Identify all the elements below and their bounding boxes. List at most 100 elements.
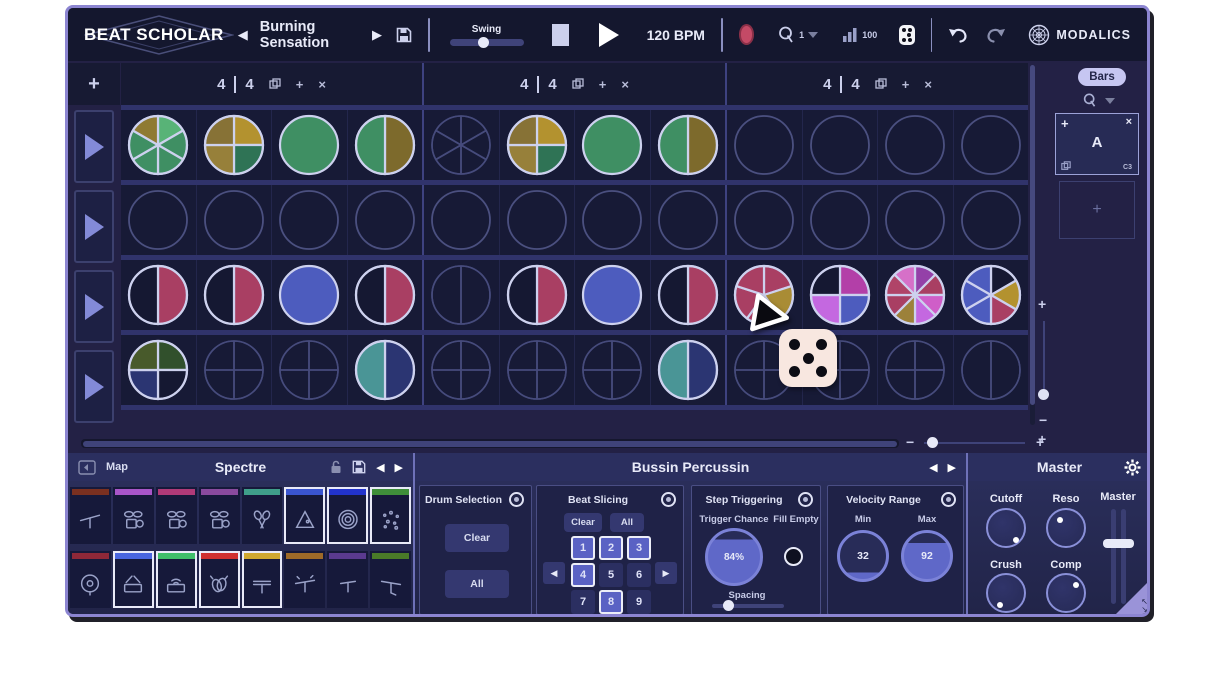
bars-tab[interactable]: Bars — [1078, 68, 1126, 86]
drum-tile-r2-3[interactable] — [156, 551, 197, 608]
comp-knob[interactable] — [1046, 573, 1086, 613]
beat-r2-b9[interactable] — [725, 185, 802, 255]
beat-r4-b12[interactable] — [953, 335, 1029, 405]
bussin-prev-button[interactable]: ◀ — [929, 461, 937, 474]
h-zoom-slider-handle[interactable] — [927, 437, 938, 448]
beat-r3-b4[interactable] — [347, 260, 423, 330]
quantize-control[interactable]: 1 — [778, 26, 818, 44]
fill-empty-toggle[interactable] — [784, 547, 803, 566]
beat-r1-b11[interactable] — [877, 110, 953, 180]
velocity-control[interactable]: 100 — [842, 27, 877, 43]
beat-r4-b11[interactable] — [877, 335, 953, 405]
drum-tile-r1-4[interactable] — [199, 487, 240, 544]
copy-icon[interactable] — [572, 78, 584, 90]
beat-slicing-indicator[interactable] — [661, 492, 676, 507]
drum-selection-all-button[interactable]: All — [445, 570, 509, 598]
drum-selection-clear-button[interactable]: Clear — [445, 524, 509, 552]
caret-down-icon[interactable] — [808, 32, 818, 38]
map-button[interactable]: Map — [106, 461, 128, 473]
velocity-range-indicator[interactable] — [941, 492, 956, 507]
beat-r1-b8[interactable] — [650, 110, 726, 180]
add-measure-button[interactable]: + — [296, 77, 304, 92]
master-slider-handle[interactable] — [1103, 539, 1134, 548]
drum-tile-r2-7[interactable] — [327, 551, 368, 608]
v-zoom-out-button[interactable]: − — [1039, 412, 1047, 428]
copy-icon[interactable] — [1061, 161, 1071, 171]
beat-r3-b1[interactable] — [121, 260, 196, 330]
drum-tile-r2-1[interactable] — [70, 551, 111, 608]
copy-icon[interactable] — [269, 78, 281, 90]
caret-down-icon[interactable] — [1105, 98, 1115, 104]
drum-tile-r2-6[interactable] — [284, 551, 325, 608]
slice-number-5[interactable]: 5 — [599, 563, 623, 587]
drum-tile-r1-1[interactable] — [70, 487, 111, 544]
slice-number-6[interactable]: 6 — [627, 563, 651, 587]
save-button[interactable] — [396, 27, 412, 43]
drum-tile-r2-4[interactable] — [199, 551, 240, 608]
h-zoom-out-button[interactable]: − — [906, 434, 914, 450]
beat-r2-b6[interactable] — [499, 185, 575, 255]
time-sig-numerator[interactable]: 4 — [520, 76, 528, 93]
drum-tile-r2-8[interactable] — [370, 551, 411, 608]
cutoff-knob[interactable] — [986, 508, 1026, 548]
beat-r2-b1[interactable] — [121, 185, 196, 255]
spectre-prev-button[interactable]: ◀ — [376, 461, 384, 474]
bar-add-button[interactable]: + — [1061, 116, 1069, 131]
row-play-button-4[interactable] — [74, 350, 114, 423]
drum-tile-r1-8[interactable] — [370, 487, 411, 544]
beat-r1-b6[interactable] — [499, 110, 575, 180]
beat-r4-b5[interactable] — [422, 335, 499, 405]
beat-r4-b8[interactable] — [650, 335, 726, 405]
drum-tile-r1-5[interactable] — [242, 487, 283, 544]
h-zoom-slider[interactable] — [924, 442, 1025, 444]
beat-r3-b6[interactable] — [499, 260, 575, 330]
beat-r3-b9[interactable] — [725, 260, 802, 330]
beat-r4-b6[interactable] — [499, 335, 575, 405]
dice-button[interactable] — [899, 25, 915, 45]
beat-r4-b7[interactable] — [574, 335, 650, 405]
spectre-next-button[interactable]: ▶ — [395, 461, 403, 474]
velocity-min-knob[interactable]: 32 — [837, 530, 889, 582]
beat-r3-b10[interactable] — [802, 260, 878, 330]
copy-icon[interactable] — [875, 78, 887, 90]
beat-r1-b5[interactable] — [422, 110, 499, 180]
beat-r1-b3[interactable] — [271, 110, 347, 180]
beat-r3-b3[interactable] — [271, 260, 347, 330]
bars-search[interactable] — [1083, 93, 1115, 108]
add-row-button[interactable]: + — [68, 63, 120, 105]
beat-r2-b2[interactable] — [196, 185, 272, 255]
slice-number-2[interactable]: 2 — [599, 536, 623, 560]
slice-number-4[interactable]: 4 — [571, 563, 595, 587]
drum-tile-r1-6[interactable] — [284, 487, 325, 544]
slice-number-8[interactable]: 8 — [599, 590, 623, 614]
beat-r3-b5[interactable] — [422, 260, 499, 330]
swing-slider[interactable] — [450, 39, 524, 46]
time-sig-denominator[interactable]: 4 — [851, 76, 859, 93]
beat-r3-b11[interactable] — [877, 260, 953, 330]
spacing-slider[interactable] — [712, 604, 784, 608]
beat-r1-b12[interactable] — [953, 110, 1029, 180]
trigger-chance-knob[interactable]: 84% — [705, 528, 763, 586]
stop-button[interactable] — [552, 24, 569, 46]
crush-knob[interactable] — [986, 573, 1026, 613]
beat-slicing-next-button[interactable]: ▶ — [655, 562, 677, 584]
pattern-next-button[interactable]: ▶ — [372, 27, 382, 43]
bar-close-button[interactable]: × — [1126, 116, 1132, 128]
add-measure-button[interactable]: + — [599, 77, 607, 92]
v-zoom-in-button[interactable]: + — [1038, 431, 1046, 447]
slice-number-9[interactable]: 9 — [627, 590, 651, 614]
bpm-display[interactable]: 120 BPM — [647, 27, 705, 43]
slice-number-7[interactable]: 7 — [571, 590, 595, 614]
beat-r1-b7[interactable] — [574, 110, 650, 180]
beat-r4-b1[interactable] — [121, 335, 196, 405]
beat-r2-b12[interactable] — [953, 185, 1029, 255]
beat-r4-b2[interactable] — [196, 335, 272, 405]
beat-r2-b8[interactable] — [650, 185, 726, 255]
v-zoom-slider-handle[interactable] — [1038, 389, 1049, 400]
reso-knob[interactable] — [1046, 508, 1086, 548]
beat-r2-b10[interactable] — [802, 185, 878, 255]
velocity-max-knob[interactable]: 92 — [901, 530, 953, 582]
undo-button[interactable] — [948, 26, 970, 44]
beat-r3-b2[interactable] — [196, 260, 272, 330]
drum-tile-r1-2[interactable] — [113, 487, 154, 544]
